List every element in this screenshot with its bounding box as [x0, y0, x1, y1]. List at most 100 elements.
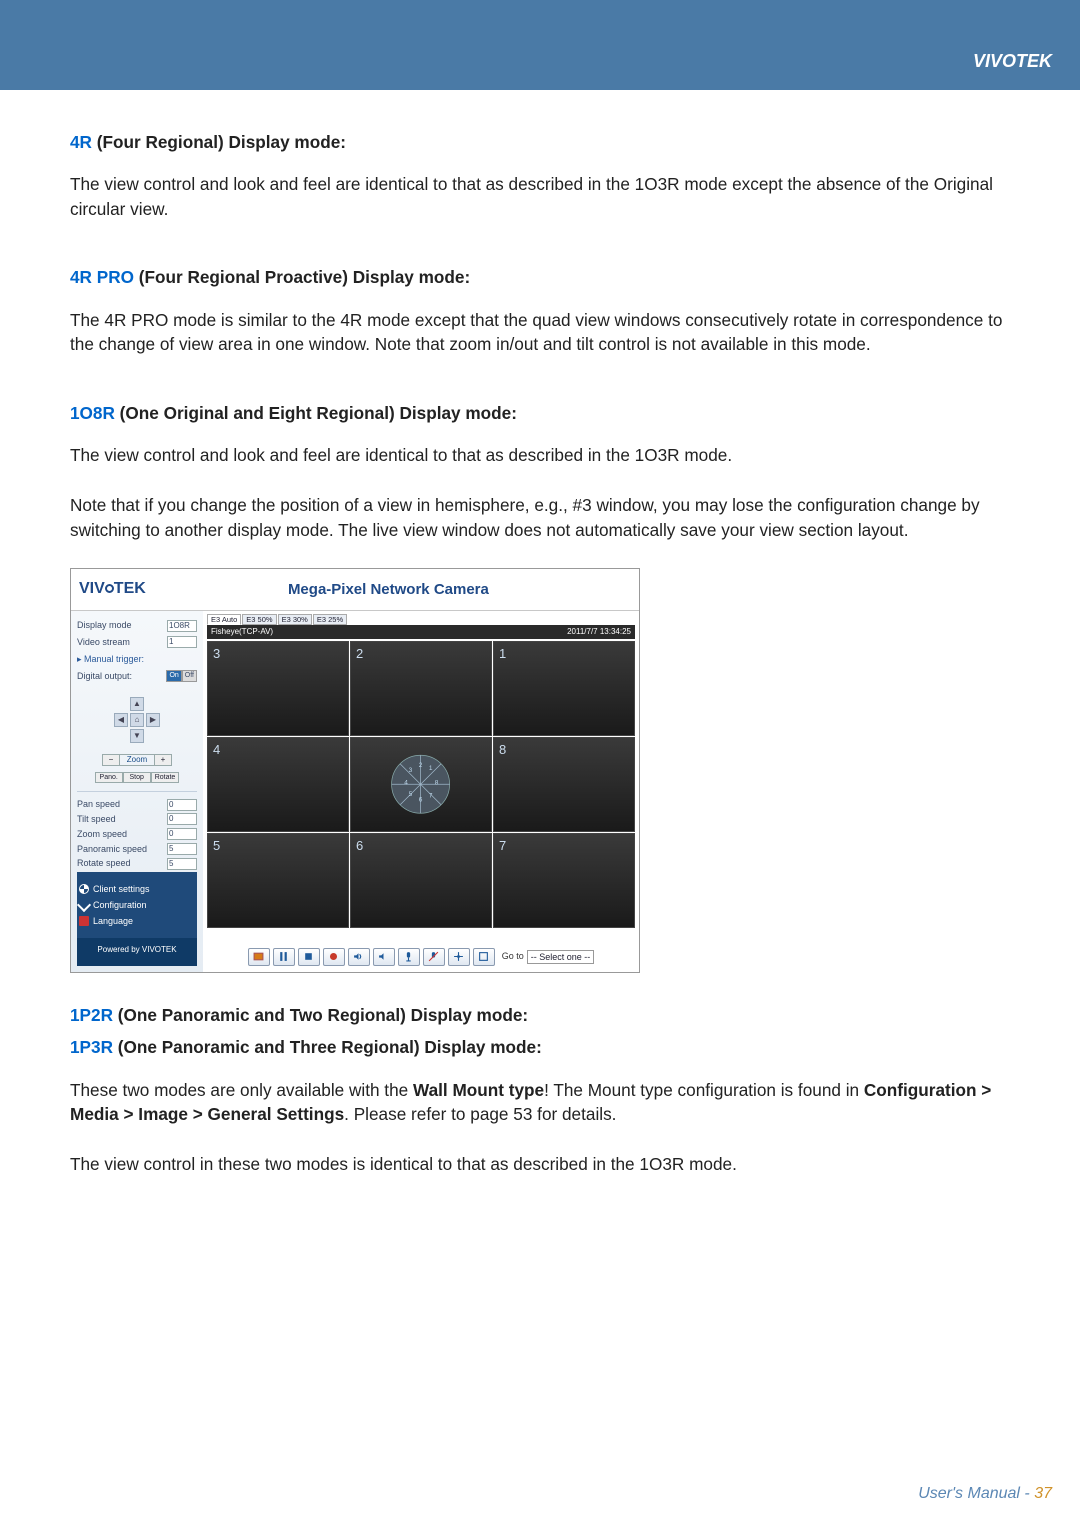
cell-num: 8 [499, 741, 506, 759]
digital-output-on[interactable]: On [166, 670, 181, 682]
digital-output-off[interactable]: Off [182, 670, 197, 682]
svg-text:2: 2 [419, 762, 423, 769]
label-display-mode: Display mode [77, 619, 132, 632]
volume-down-button[interactable] [373, 948, 395, 966]
zoom-out-button[interactable]: − [102, 754, 120, 766]
svg-text:3: 3 [409, 767, 413, 774]
view-cell-4[interactable]: 4 [207, 737, 349, 832]
mode-pano-button[interactable]: Pano. [95, 772, 123, 783]
select-rotate-speed[interactable]: 5 [167, 858, 197, 870]
page-footer: User's Manual - 37 [918, 1485, 1052, 1503]
camera-header: VIV TEK Mega-Pixel Network Camera [71, 569, 639, 611]
toggle-digital-output[interactable]: OnOff [166, 670, 197, 682]
section-1o8r-title: 1O8R (One Original and Eight Regional) D… [70, 401, 1010, 425]
arrow-home-icon[interactable]: ⌂ [130, 713, 144, 727]
footer-page-number: 37 [1034, 1485, 1052, 1502]
select-display-mode[interactable]: 1O8R [167, 620, 197, 632]
arrow-left-icon[interactable]: ◀ [114, 713, 128, 727]
powered-by: Powered by VIVOTEK [77, 938, 197, 965]
code-1p2r: 1P2R [70, 1005, 113, 1025]
tab-e3-30[interactable]: E3 30% [278, 614, 312, 625]
title-1p2r-rest: (One Panoramic and Two Regional) Display… [113, 1005, 528, 1025]
cell-num: 3 [213, 645, 220, 663]
mic-mute-button[interactable] [423, 948, 445, 966]
mic-button[interactable] [398, 948, 420, 966]
footer-label: User's Manual - [918, 1485, 1034, 1502]
svg-text:4: 4 [405, 779, 409, 786]
zoom-in-button[interactable]: + [154, 754, 172, 766]
bold-wall-mount: Wall Mount type [413, 1080, 544, 1100]
code-1p3r: 1P3R [70, 1037, 113, 1057]
row-pan-speed: Pan speed 0 [77, 798, 197, 811]
section-4rpro-title: 4R PRO (Four Regional Proactive) Display… [70, 265, 1010, 289]
arrow-down-icon[interactable]: ▼ [130, 729, 144, 743]
volume-up-button[interactable] [348, 948, 370, 966]
select-tilt-speed[interactable]: 0 [167, 813, 197, 825]
sidebar-links: Client settings Configuration Language [77, 872, 197, 938]
link-configuration[interactable]: Configuration [79, 899, 195, 912]
camera-headline: Mega-Pixel Network Camera [146, 579, 631, 600]
view-cell-2[interactable]: 2 [350, 641, 492, 736]
view-cell-3[interactable]: 3 [207, 641, 349, 736]
select-video-stream[interactable]: 1 [167, 636, 197, 648]
svg-text:5: 5 [409, 791, 413, 798]
tab-e3-50[interactable]: E3 50% [242, 614, 276, 625]
cell-num: 1 [499, 645, 506, 663]
mode-rotate-button[interactable]: Rotate [151, 772, 180, 783]
camera-logo-t1: VIV [79, 580, 105, 597]
section-4r-title: 4R (Four Regional) Display mode: [70, 130, 1010, 154]
svg-text:8: 8 [435, 779, 439, 786]
view-cell-1[interactable]: 1 [493, 641, 635, 736]
select-zoom-speed[interactable]: 0 [167, 828, 197, 840]
arrow-right-icon[interactable]: ▶ [146, 713, 160, 727]
para-1o8r-2: Note that if you change the position of … [70, 493, 1010, 542]
para-4rpro-1: The 4R PRO mode is similar to the 4R mod… [70, 308, 1010, 357]
mode-stop-button[interactable]: Stop [123, 772, 151, 783]
tab-e3-auto[interactable]: E3 Auto [207, 614, 241, 625]
select-panoramic-speed[interactable]: 5 [167, 843, 197, 855]
camera-sidebar: Display mode 1O8R Video stream 1 ▸ Manua… [71, 611, 203, 972]
label-video-stream: Video stream [77, 636, 130, 649]
title-1o8r-rest: (One Original and Eight Regional) Displa… [115, 403, 517, 423]
cell-num: 6 [356, 837, 363, 855]
page: VIVOTEK 4R (Four Regional) Display mode:… [0, 0, 1080, 1527]
svg-text:7: 7 [429, 792, 433, 799]
para-1o8r-1: The view control and look and feel are i… [70, 443, 1010, 467]
row-panoramic-speed: Panoramic speed 5 [77, 843, 197, 856]
row-digital-output: Digital output: OnOff [77, 670, 197, 683]
select-pan-speed[interactable]: 0 [167, 799, 197, 811]
camera-logo-t2: TEK [114, 580, 146, 597]
para-4r-1: The view control and look and feel are i… [70, 172, 1010, 221]
title-1p3r-rest: (One Panoramic and Three Regional) Displ… [113, 1037, 542, 1057]
tab-e3-25[interactable]: E3 25% [313, 614, 347, 625]
view-grid: 3 2 1 4 1 2 [207, 641, 635, 938]
header-bar: VIVOTEK [0, 0, 1080, 90]
view-cell-6[interactable]: 6 [350, 833, 492, 928]
code-1o8r: 1O8R [70, 403, 115, 423]
label-rotate-speed: Rotate speed [77, 857, 131, 870]
view-cell-8[interactable]: 8 [493, 737, 635, 832]
view-cell-original-fisheye[interactable]: 1 2 3 4 5 6 7 8 [350, 737, 492, 832]
record-button[interactable] [323, 948, 345, 966]
cell-num: 2 [356, 645, 363, 663]
content-area: 4R (Four Regional) Display mode: The vie… [0, 90, 1080, 1177]
link-language[interactable]: Language [79, 915, 195, 928]
camera-main: E3 Auto E3 50% E3 30% E3 25% Fisheye(TCP… [203, 611, 639, 972]
brand-name: VIVOTEK [973, 51, 1052, 72]
svg-text:6: 6 [419, 796, 423, 803]
view-cell-5[interactable]: 5 [207, 833, 349, 928]
section-1p2r-title: 1P2R (One Panoramic and Two Regional) Di… [70, 1003, 1010, 1027]
playback-controls: Go to -- Select one -- [203, 942, 639, 972]
pause-button[interactable] [273, 948, 295, 966]
fullscreen-button[interactable] [473, 948, 495, 966]
snapshot-button[interactable] [248, 948, 270, 966]
arrow-up-icon[interactable]: ▲ [130, 697, 144, 711]
view-cell-7[interactable]: 7 [493, 833, 635, 928]
stream-info-bar: Fisheye(TCP-AV) 2011/7/7 13:34:25 [207, 625, 635, 638]
ptz-button[interactable] [448, 948, 470, 966]
link-client-settings[interactable]: Client settings [79, 883, 195, 896]
stop-button[interactable] [298, 948, 320, 966]
goto-select[interactable]: -- Select one -- [527, 950, 595, 964]
camera-logo: VIV TEK [79, 578, 146, 601]
title-4rpro-rest: (Four Regional Proactive) Display mode: [134, 267, 470, 287]
